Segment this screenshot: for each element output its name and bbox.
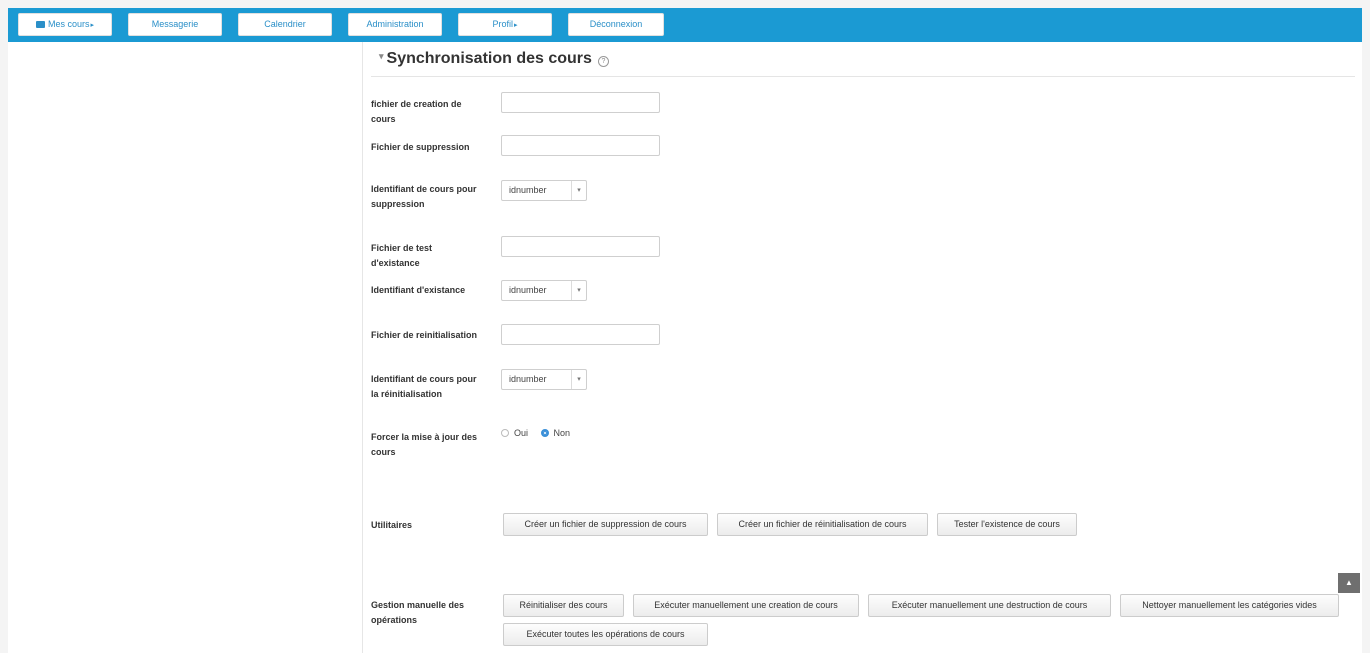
- chevron-down-icon: ▾: [571, 181, 586, 200]
- nav-profil-label: Profil: [492, 19, 513, 29]
- clean-empty-categories-button[interactable]: Nettoyer manuellement les catégories vid…: [1120, 594, 1339, 617]
- deletion-identifier-value: idnumber: [509, 185, 547, 195]
- caret-right-icon: ▸: [514, 22, 518, 29]
- label-utilities: Utilitaires: [371, 520, 413, 530]
- arrow-up-icon[interactable]: ▲: [1338, 573, 1360, 593]
- nav-administration-label: Administration: [366, 19, 424, 29]
- test-existence-button[interactable]: Tester l'existence de cours: [937, 513, 1077, 536]
- manual-destroy-button[interactable]: Exécuter manuellement une destruction de…: [868, 594, 1111, 617]
- label-existence-file: Fichier de test d'existance: [371, 243, 433, 268]
- create-reset-file-button[interactable]: Créer un fichier de réinitialisation de …: [717, 513, 928, 536]
- label-reset-identifier: Identifiant de cours pour la réinitialis…: [371, 374, 477, 399]
- section-header[interactable]: ▾ Synchronisation des cours?: [379, 50, 609, 70]
- existence-identifier-value: idnumber: [509, 285, 547, 295]
- chevron-down-icon: ▾: [571, 281, 586, 300]
- reset-identifier-value: idnumber: [509, 374, 547, 384]
- creation-file-input[interactable]: [501, 92, 660, 113]
- reset-courses-button[interactable]: Réinitialiser des cours: [503, 594, 624, 617]
- section-divider: [371, 76, 1355, 77]
- nav-calendrier-button[interactable]: Calendrier: [238, 13, 332, 36]
- radio-non-label[interactable]: Non: [554, 428, 571, 438]
- section-title: Synchronisation des cours: [386, 50, 592, 67]
- label-creation-file: fichier de creation de cours: [371, 99, 462, 124]
- reset-identifier-select[interactable]: idnumber ▾: [501, 369, 587, 390]
- manual-create-button[interactable]: Exécuter manuellement une creation de co…: [633, 594, 859, 617]
- caret-right-icon: ▸: [90, 22, 95, 29]
- deletion-identifier-select[interactable]: idnumber ▾: [501, 180, 587, 201]
- run-all-operations-button[interactable]: Exécuter toutes les opérations de cours: [503, 623, 708, 646]
- label-deletion-identifier: Identifiant de cours pour suppression: [371, 184, 477, 209]
- collapse-toggle-icon[interactable]: ▾: [379, 51, 384, 61]
- label-existence-identifier: Identifiant d'existance: [371, 285, 466, 295]
- briefcase-icon: [35, 21, 45, 28]
- radio-oui[interactable]: [501, 429, 509, 437]
- label-force-update: Forcer la mise à jour des cours: [371, 432, 478, 457]
- radio-oui-label[interactable]: Oui: [514, 428, 528, 438]
- nav-deconnexion-button[interactable]: Déconnexion: [568, 13, 664, 36]
- label-deletion-file: Fichier de suppression: [371, 142, 470, 152]
- create-deletion-file-button[interactable]: Créer un fichier de suppression de cours: [503, 513, 708, 536]
- chevron-down-icon: ▾: [571, 370, 586, 389]
- nav-profil-button[interactable]: Profil▸: [458, 13, 552, 36]
- label-manual-management: Gestion manuelle des opérations: [371, 600, 465, 625]
- radio-non[interactable]: [540, 429, 549, 437]
- help-icon[interactable]: ?: [597, 56, 609, 67]
- nav-calendrier-label: Calendrier: [264, 19, 306, 29]
- nav-messagerie-button[interactable]: Messagerie: [128, 13, 222, 36]
- reset-file-input[interactable]: [501, 324, 660, 345]
- existence-identifier-select[interactable]: idnumber ▾: [501, 280, 587, 301]
- existence-file-input[interactable]: [501, 236, 660, 257]
- left-sidebar: [8, 42, 362, 653]
- nav-mes-cours-button[interactable]: Mes cours▸: [18, 13, 112, 36]
- nav-mes-cours-label: Mes cours: [47, 19, 90, 29]
- deletion-file-input[interactable]: [501, 135, 660, 156]
- top-navbar: Mes cours▸ Messagerie Calendrier Adminis…: [8, 8, 1362, 42]
- nav-messagerie-label: Messagerie: [151, 19, 199, 29]
- nav-deconnexion-label: Déconnexion: [589, 19, 643, 29]
- nav-administration-button[interactable]: Administration: [348, 13, 442, 36]
- force-update-radio-group: Oui Non: [501, 428, 580, 442]
- label-reset-file: Fichier de reinitialisation: [371, 330, 478, 340]
- settings-panel: ▾ Synchronisation des cours? fichier de c…: [362, 42, 1362, 653]
